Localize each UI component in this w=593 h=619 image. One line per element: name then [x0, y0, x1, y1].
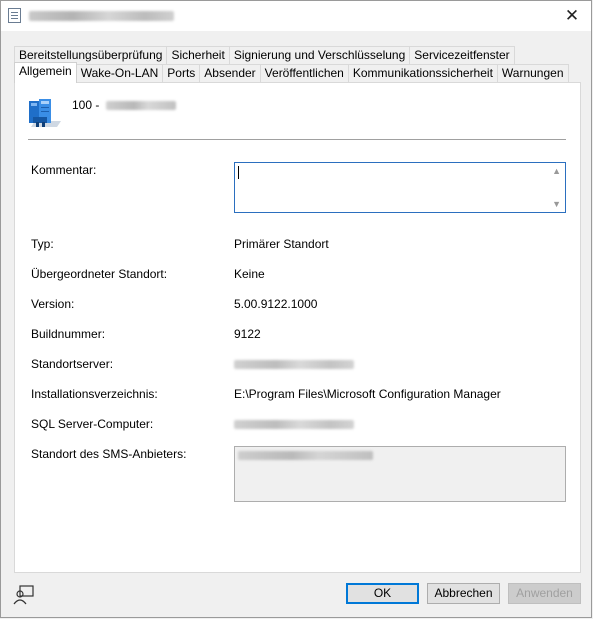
title-bar: ✕ — [1, 1, 591, 31]
site-name-redacted — [105, 101, 176, 111]
site-server-label: Standortserver: — [31, 357, 114, 371]
tab-signing-encryption[interactable]: Signierung und Verschlüsselung — [228, 46, 411, 64]
site-name: 100 - — [72, 98, 176, 112]
properties-icon — [8, 8, 21, 23]
user-help-icon[interactable] — [12, 584, 36, 606]
comment-textarea[interactable]: ▲ ▼ — [234, 162, 566, 213]
header-separator — [28, 139, 566, 141]
build-number-label: Buildnummer: — [31, 327, 106, 341]
sql-server-label: SQL Server-Computer: — [31, 417, 154, 431]
build-number-value: 9122 — [234, 327, 261, 341]
scroll-down-icon[interactable]: ▼ — [552, 199, 561, 209]
apply-button[interactable]: Anwenden — [508, 583, 581, 604]
sms-provider-label: Standort des SMS-Anbieters: — [31, 447, 187, 461]
tab-security[interactable]: Sicherheit — [166, 46, 230, 64]
version-value: 5.00.9122.1000 — [234, 297, 318, 311]
tab-general[interactable]: Allgemein — [14, 62, 77, 83]
install-dir-label: Installationsverzeichnis: — [31, 387, 158, 401]
ok-button[interactable]: OK — [346, 583, 419, 604]
tab-maintenance-windows[interactable]: Servicezeitfenster — [409, 46, 515, 64]
type-value: Primärer Standort — [234, 237, 329, 251]
site-server-value-redacted — [234, 360, 354, 369]
parent-site-label: Übergeordneter Standort: — [31, 267, 168, 281]
tab-sender[interactable]: Absender — [199, 64, 261, 82]
tab-row-bottom: Allgemein Wake-On-LAN Ports Absender Ver… — [14, 62, 569, 83]
parent-site-value: Keine — [234, 267, 265, 281]
sms-provider-value-redacted — [238, 451, 373, 460]
text-caret — [238, 166, 239, 179]
install-dir-value: E:\Program Files\Microsoft Configuration… — [234, 387, 501, 401]
server-site-icon — [29, 99, 61, 127]
tab-publishing[interactable]: Veröffentlichen — [259, 64, 349, 82]
close-button[interactable]: ✕ — [553, 1, 591, 31]
tab-row-top: Bereitstellungsüberprüfung Sicherheit Si… — [14, 46, 515, 64]
tab-alerts[interactable]: Warnungen — [496, 64, 569, 82]
sql-server-value-redacted — [234, 420, 354, 429]
tab-ports[interactable]: Ports — [162, 64, 201, 82]
window-title-redacted — [29, 11, 174, 21]
properties-dialog: ✕ Bereitstellungsüberprüfung Sicherheit … — [0, 0, 592, 618]
type-label: Typ: — [31, 237, 54, 251]
comment-label: Kommentar: — [31, 163, 97, 177]
site-code: 100 - — [72, 98, 100, 112]
version-label: Version: — [31, 297, 75, 311]
sms-provider-list[interactable] — [234, 446, 566, 502]
tab-communication-security[interactable]: Kommunikationssicherheit — [347, 64, 498, 82]
cancel-button[interactable]: Abbrechen — [427, 583, 500, 604]
scroll-up-icon[interactable]: ▲ — [552, 166, 561, 176]
tab-wake-on-lan[interactable]: Wake-On-LAN — [75, 64, 164, 82]
